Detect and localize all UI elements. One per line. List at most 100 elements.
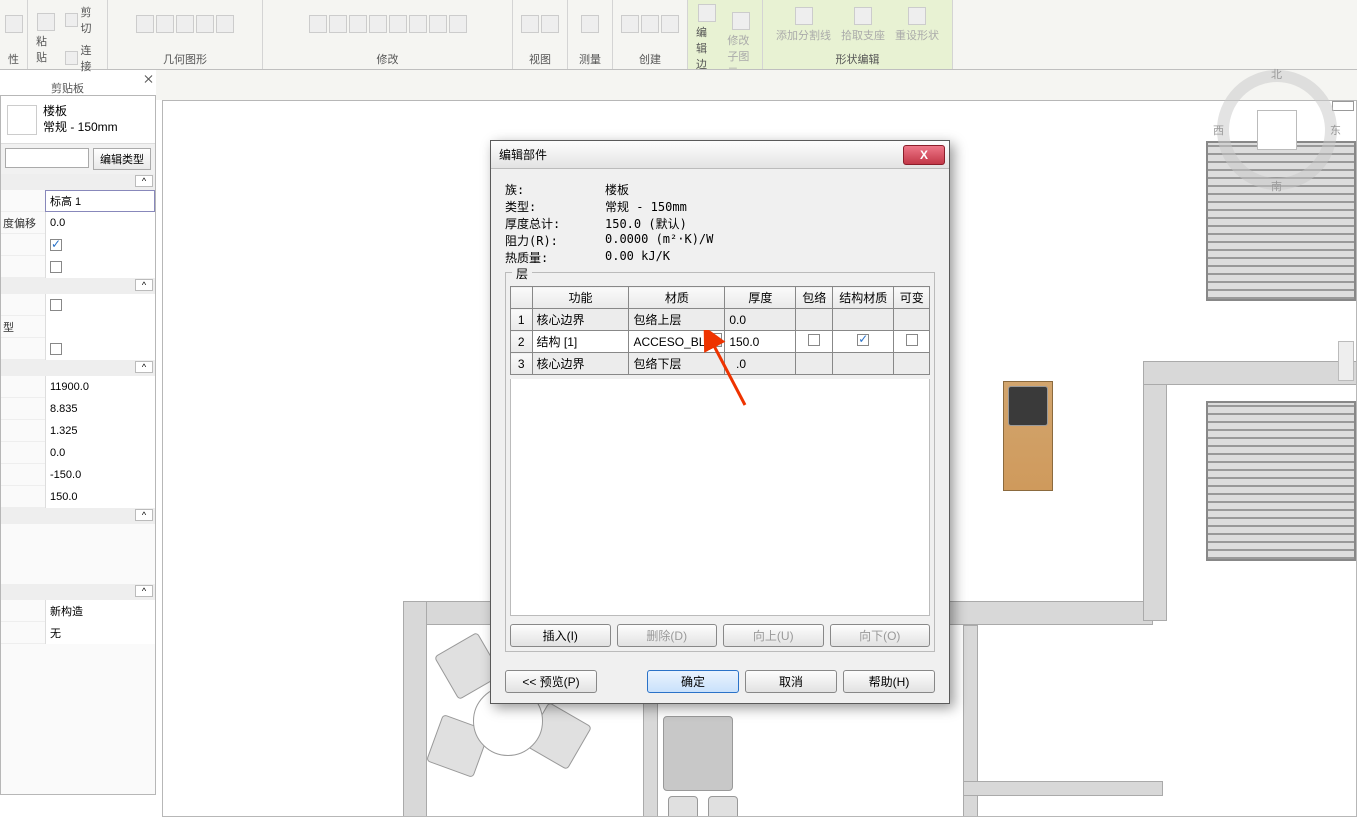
level-input[interactable] bbox=[45, 190, 155, 212]
down-button[interactable]: 向下(O) bbox=[830, 624, 931, 647]
section-structure: ^ bbox=[1, 278, 155, 294]
mod-icon[interactable] bbox=[429, 15, 447, 33]
pick-support-button[interactable]: 拾取支座 bbox=[837, 5, 889, 45]
geom-icon[interactable] bbox=[176, 15, 194, 33]
checkbox[interactable] bbox=[50, 239, 62, 251]
reset-shape-button[interactable]: 重设形状 bbox=[891, 5, 943, 45]
material-browse-button[interactable]: … bbox=[706, 333, 722, 347]
prop-row bbox=[1, 338, 155, 360]
dialog-close-button[interactable]: X bbox=[903, 145, 945, 165]
wall bbox=[1143, 361, 1167, 621]
prop-row-check2 bbox=[1, 256, 155, 278]
mod-icon[interactable] bbox=[389, 15, 407, 33]
group-label: 修改 bbox=[263, 49, 512, 69]
cancel-button[interactable]: 取消 bbox=[745, 670, 837, 693]
group-label: 测量 bbox=[568, 49, 612, 69]
thickness-label: 厚度总计: bbox=[505, 215, 605, 232]
props-icon[interactable] bbox=[5, 15, 23, 33]
ribbon: 性 粘贴 剪切 连接 剪贴板 几何图形 修改 视图 测量 创建 bbox=[0, 0, 1357, 70]
sofa bbox=[663, 716, 733, 791]
cut-icon bbox=[65, 13, 77, 27]
cut-button[interactable]: 剪切 bbox=[61, 2, 103, 38]
mod-icon[interactable] bbox=[309, 15, 327, 33]
collapse-icon[interactable]: ^ bbox=[135, 361, 153, 373]
create-icon[interactable] bbox=[621, 15, 639, 33]
paste-button[interactable]: 粘贴 bbox=[32, 11, 59, 67]
view-icon[interactable] bbox=[521, 15, 539, 33]
var-checkbox[interactable] bbox=[906, 334, 918, 346]
up-button[interactable]: 向上(U) bbox=[723, 624, 824, 647]
geom-icon[interactable] bbox=[216, 15, 234, 33]
type-selector[interactable]: 楼板 常规 - 150mm bbox=[1, 96, 155, 144]
delete-button[interactable]: 删除(D) bbox=[617, 624, 718, 647]
wall bbox=[403, 601, 427, 817]
prop-row: 8.835 bbox=[1, 398, 155, 420]
col-function: 功能 bbox=[532, 287, 629, 309]
mod-icon[interactable] bbox=[369, 15, 387, 33]
create-icon[interactable] bbox=[641, 15, 659, 33]
compass-east: 东 bbox=[1330, 122, 1341, 138]
table-row[interactable]: 1 核心边界 包络上层 0.0 bbox=[511, 309, 930, 331]
type-label: 类型: bbox=[505, 198, 605, 215]
collapse-icon[interactable]: ^ bbox=[135, 279, 153, 291]
mod-icon[interactable] bbox=[449, 15, 467, 33]
group-label: 性 bbox=[0, 49, 27, 69]
instance-selector[interactable] bbox=[5, 148, 89, 168]
mod-icon[interactable] bbox=[329, 15, 347, 33]
collapse-icon[interactable]: ^ bbox=[135, 509, 153, 521]
ribbon-group-view: 视图 bbox=[513, 0, 568, 69]
thickness-value: 150.0 (默认) bbox=[605, 215, 687, 232]
function-cell[interactable]: 结构 [1] bbox=[532, 331, 629, 353]
edit-boundary-icon bbox=[698, 4, 716, 22]
insert-button[interactable]: 插入(I) bbox=[510, 624, 611, 647]
help-button[interactable]: 帮助(H) bbox=[843, 670, 935, 693]
pick-support-icon bbox=[854, 7, 872, 25]
collapse-icon[interactable]: ^ bbox=[135, 585, 153, 597]
checkbox[interactable] bbox=[50, 261, 62, 273]
thermal-label: 热质量: bbox=[505, 249, 605, 266]
ribbon-group-clipboard: 粘贴 剪切 连接 剪贴板 bbox=[28, 0, 108, 69]
wrap-checkbox[interactable] bbox=[808, 334, 820, 346]
join-button[interactable]: 连接 bbox=[61, 40, 103, 76]
geom-icon[interactable] bbox=[136, 15, 154, 33]
compass-north: 北 bbox=[1271, 66, 1282, 82]
mod-icon[interactable] bbox=[349, 15, 367, 33]
prop-row-offset: 度偏移 0.0 bbox=[1, 212, 155, 234]
mod-icon[interactable] bbox=[409, 15, 427, 33]
geom-icon[interactable] bbox=[156, 15, 174, 33]
edit-type-button[interactable]: 编辑类型 bbox=[93, 148, 151, 170]
measure-icon[interactable] bbox=[581, 15, 599, 33]
create-icon[interactable] bbox=[661, 15, 679, 33]
material-cell[interactable]: ACCESO_BLA … bbox=[629, 331, 725, 353]
view-icon[interactable] bbox=[541, 15, 559, 33]
table-row[interactable]: 2 结构 [1] ACCESO_BLA … 150.0 bbox=[511, 331, 930, 353]
chair bbox=[708, 796, 738, 817]
prop-row bbox=[1, 294, 155, 316]
checkbox[interactable] bbox=[50, 299, 62, 311]
geom-icon[interactable] bbox=[196, 15, 214, 33]
checkbox[interactable] bbox=[50, 343, 62, 355]
collapse-icon[interactable]: ^ bbox=[135, 175, 153, 187]
nav-bar-icon[interactable] bbox=[1338, 341, 1354, 381]
layers-table: 功能 材质 厚度 包络 结构材质 可变 1 核心边界 包络上层 0.0 bbox=[510, 286, 930, 375]
section-constraints: ^ bbox=[1, 174, 155, 190]
split-line-icon bbox=[795, 7, 813, 25]
preview-button[interactable]: << 预览(P) bbox=[505, 670, 597, 693]
split-line-button[interactable]: 添加分割线 bbox=[772, 5, 835, 45]
col-var: 可变 bbox=[894, 287, 930, 309]
properties-close-button[interactable] bbox=[143, 74, 153, 84]
ok-button[interactable]: 确定 bbox=[647, 670, 739, 693]
chair bbox=[668, 796, 698, 817]
struct-checkbox[interactable] bbox=[857, 334, 869, 346]
resistance-value: 0.0000 (m²·K)/W bbox=[605, 232, 713, 249]
thickness-cell[interactable]: 150.0 bbox=[725, 331, 796, 353]
offset-input[interactable]: 0.0 bbox=[45, 212, 155, 234]
dialog-title-bar[interactable]: 编辑部件 X bbox=[491, 141, 949, 169]
table-row[interactable]: 3 核心边界 包络下层 0.0 bbox=[511, 353, 930, 375]
prop-row: -150.0 bbox=[1, 464, 155, 486]
view-cube[interactable]: 北 东 南 西 bbox=[1217, 70, 1337, 190]
table-header-row: 功能 材质 厚度 包络 结构材质 可变 bbox=[511, 287, 930, 309]
prop-row: 无 bbox=[1, 622, 155, 644]
cube-icon[interactable] bbox=[1257, 110, 1297, 150]
col-struct: 结构材质 bbox=[833, 287, 894, 309]
